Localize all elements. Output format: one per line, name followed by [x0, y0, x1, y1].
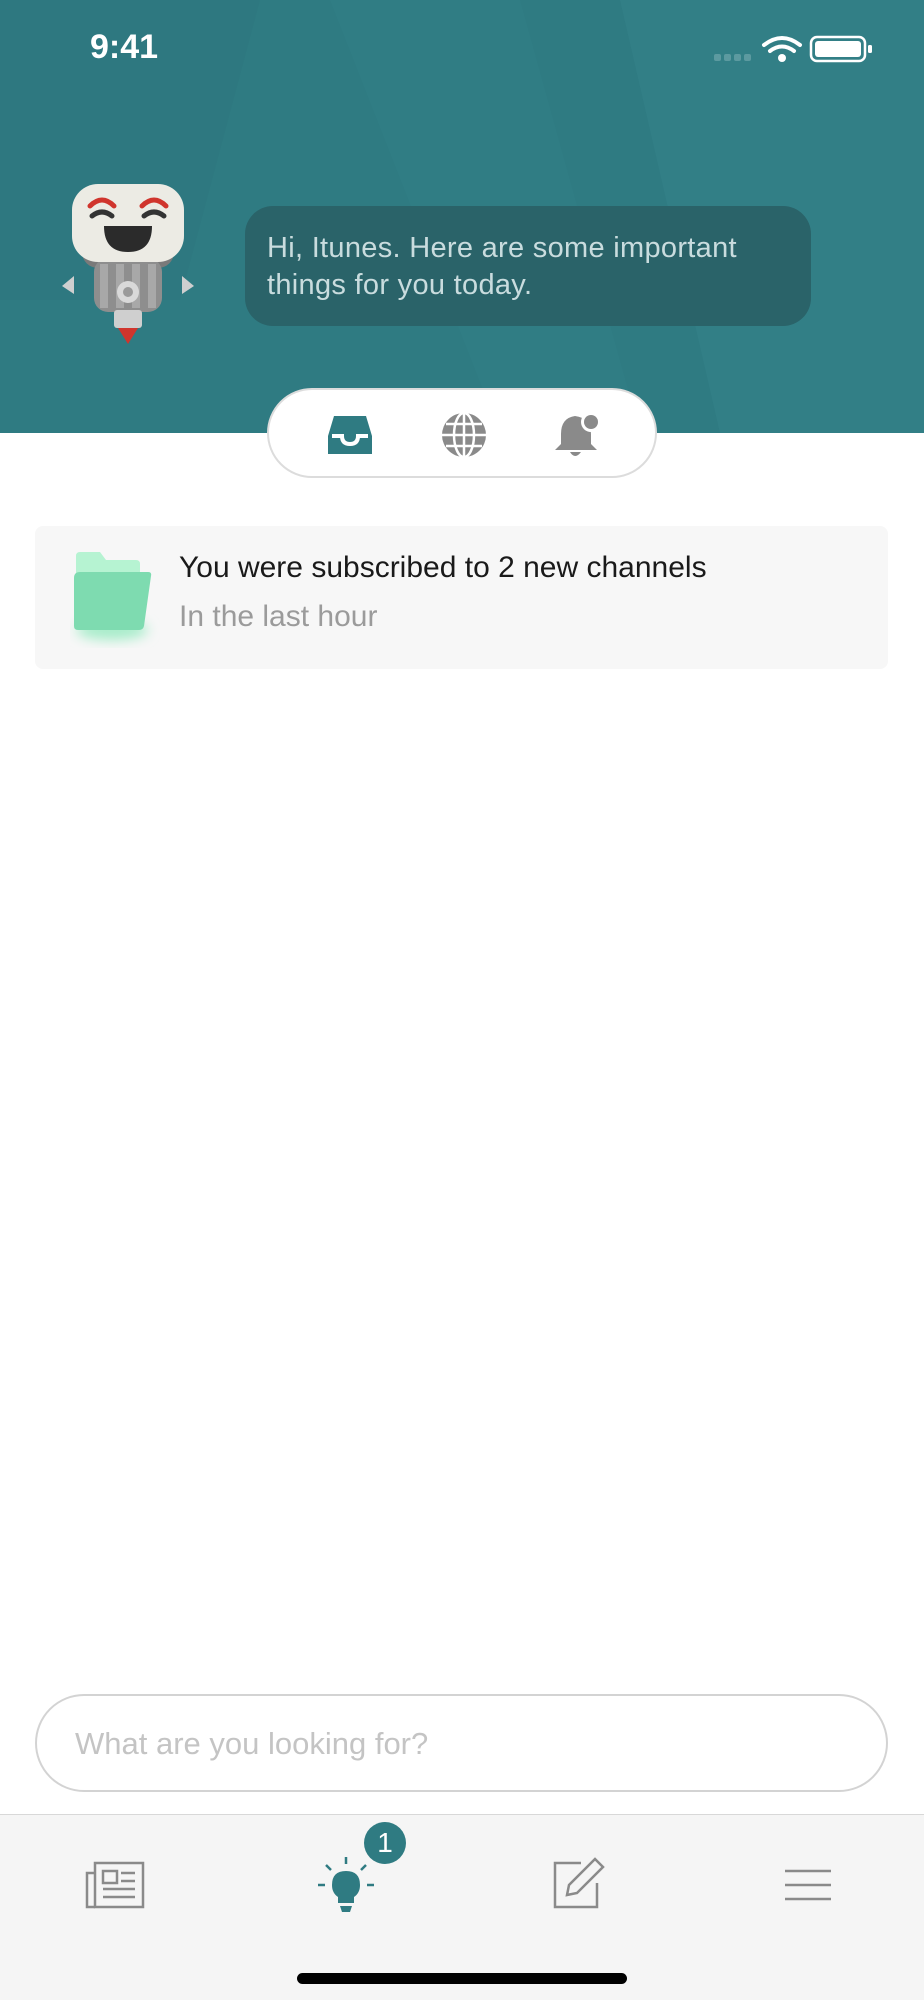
segment-notifications[interactable]: [551, 408, 605, 462]
search-input[interactable]: [73, 1696, 847, 1792]
bell-notification-icon: [555, 412, 601, 456]
tab-compose[interactable]: [537, 1845, 617, 1925]
menu-icon: [785, 1869, 831, 1901]
status-icons: [714, 35, 872, 63]
notification-card[interactable]: You were subscribed to 2 new channels In…: [35, 526, 888, 669]
notification-title: You were subscribed to 2 new channels: [179, 551, 707, 584]
segmented-control: [267, 388, 657, 478]
segment-globe[interactable]: [437, 408, 491, 462]
newspaper-icon: [85, 1861, 145, 1909]
segment-inbox[interactable]: [323, 408, 377, 462]
search-bar[interactable]: [35, 1694, 888, 1792]
notification-badge: 1: [364, 1822, 406, 1864]
wifi-icon: [762, 36, 802, 62]
globe-icon: [442, 411, 486, 459]
lightbulb-icon: [318, 1857, 374, 1912]
folder-icon: [74, 552, 152, 640]
battery-icon: [809, 35, 872, 63]
edit-icon: [553, 1857, 605, 1909]
home-indicator[interactable]: [297, 1973, 627, 1984]
cellular-signal-icon: [714, 54, 751, 61]
tab-news[interactable]: [75, 1845, 155, 1925]
header: 9:41 Hi, Itunes. Here are some important…: [0, 0, 924, 433]
notification-subtitle: In the last hour: [179, 600, 378, 633]
mascot-robot: [62, 184, 194, 344]
status-time: 9:41: [90, 28, 159, 66]
inbox-icon: [328, 416, 372, 454]
greeting-bubble: Hi, Itunes. Here are some important thin…: [245, 206, 811, 326]
tab-menu[interactable]: [768, 1845, 848, 1925]
